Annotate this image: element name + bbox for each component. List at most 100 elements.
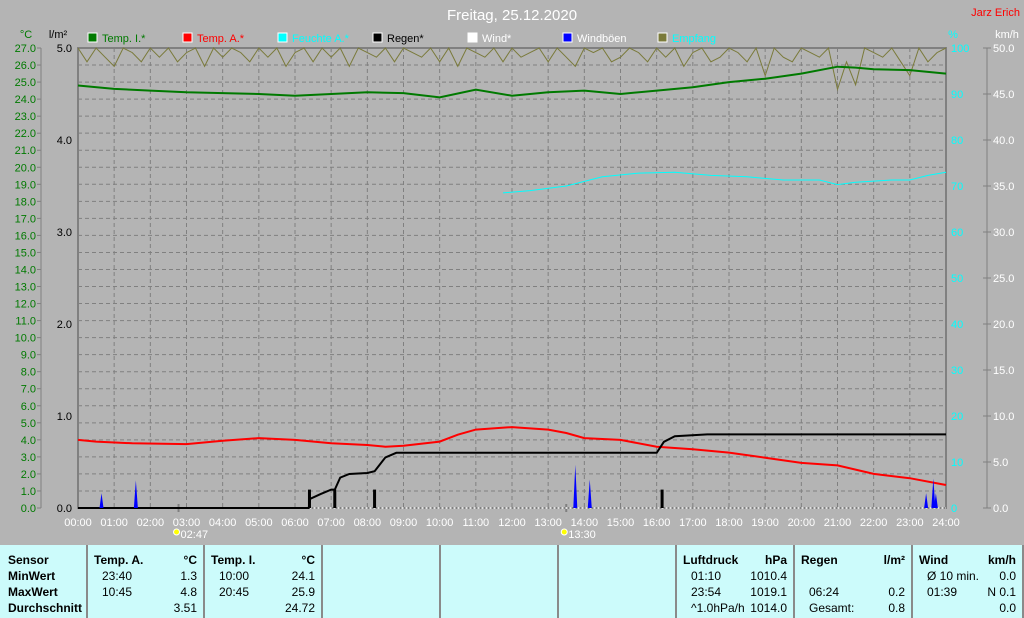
rain-unit: l/m²: [49, 29, 68, 41]
legend-swatch: [87, 32, 98, 43]
rain-tick-label: 0.0: [57, 503, 72, 515]
row-time: 10:00: [219, 569, 250, 583]
hum-unit: %: [948, 29, 958, 41]
rain-event-bar: [660, 489, 664, 508]
legend-swatch: [277, 32, 288, 43]
table-column: Regen l/m² 06:24 0.2 Gesamt: 0.8: [795, 545, 913, 618]
x-tick-label: 15:00: [607, 517, 635, 529]
temp-tick-label: 18.0: [15, 196, 36, 208]
rain-event-bar: [373, 489, 377, 508]
hum-tick-label: 100: [951, 43, 969, 55]
temp-tick-label: 19.0: [15, 179, 36, 191]
rain-event-bar: [333, 489, 337, 508]
wind-tick-label: 40.0: [993, 135, 1014, 147]
humidity-line: [502, 171, 947, 194]
temp-tick-label: 7.0: [21, 384, 36, 396]
row-value: 24.72: [284, 601, 315, 615]
x-tick-label: 08:00: [354, 517, 382, 529]
temp-tick-label: 11.0: [15, 316, 36, 328]
empty-column: [441, 545, 559, 618]
hum-tick-label: 0: [951, 503, 957, 515]
wind-tick-label: 5.0: [993, 457, 1008, 469]
temp-tick-label: 8.0: [21, 367, 36, 379]
row-value: 4.8: [180, 585, 197, 599]
legend-label: Windböen: [577, 33, 627, 45]
temp-tick-label: 3.0: [21, 452, 36, 464]
x-tick-label: 13:00: [534, 517, 562, 529]
x-tick-label: 01:00: [100, 517, 128, 529]
hum-tick-label: 20: [951, 411, 963, 423]
wind-tick-label: 25.0: [993, 273, 1014, 285]
x-tick-label: 17:00: [679, 517, 707, 529]
x-tick-label: 24:00: [932, 517, 960, 529]
temp-tick-label: 13.0: [15, 282, 36, 294]
row-value: N 0.1: [987, 585, 1016, 599]
temp-tick-label: 17.0: [15, 213, 36, 225]
legend-swatch: [372, 32, 383, 43]
row-value: 25.9: [291, 585, 315, 599]
row-time: 20:45: [219, 585, 250, 599]
column-header: Regen: [801, 553, 838, 567]
marker-label: 13:30: [568, 529, 596, 541]
column-header: Wind: [919, 553, 949, 567]
rain-tick-label: 3.0: [57, 227, 72, 239]
summary-table: Sensor MinWert MaxWert Durchschnitt Temp. A.…: [0, 545, 1024, 618]
row-value: 3.51: [173, 601, 197, 615]
rain-event-bar: [307, 489, 311, 508]
marker-label: 02:47: [181, 529, 209, 541]
wind-gust-spike: [133, 480, 138, 508]
wind-tick-label: 30.0: [993, 227, 1014, 239]
column-header: Temp. A.: [94, 553, 144, 567]
moonrise-icon: [173, 528, 181, 536]
legend-swatch: [657, 32, 668, 43]
row-label: MinWert: [8, 569, 56, 583]
hum-tick-label: 80: [951, 135, 963, 147]
temp-tick-label: 20.0: [15, 162, 36, 174]
legend-swatch: [467, 32, 478, 43]
table-column: Temp. I. °C 10:00 24.1 20:45 25.9 24.72: [205, 545, 323, 618]
rain-tick-label: 2.0: [57, 319, 72, 331]
empty-column: [323, 545, 441, 618]
table-column: Wind km/h Ø 10 min. 0.0 01:39 N 0.1 0.0: [913, 545, 1024, 618]
temp-tick-label: 14.0: [15, 264, 36, 276]
x-tick-label: 09:00: [390, 517, 418, 529]
x-tick-label: 04:00: [209, 517, 237, 529]
row-value: 0.0: [999, 601, 1016, 615]
temp-tick-label: 6.0: [21, 401, 36, 413]
temp-tick-label: 1.0: [21, 486, 36, 498]
row-time: 01:39: [927, 585, 958, 599]
rain-tick-label: 1.0: [57, 411, 72, 423]
row-time: Gesamt:: [809, 601, 855, 615]
temp-tick-label: 5.0: [21, 418, 36, 430]
x-tick-label: 12:00: [498, 517, 526, 529]
column-unit: °C: [183, 553, 197, 567]
temp-tick-label: 2.0: [21, 469, 36, 481]
wind-tick-label: 0.0: [993, 503, 1008, 515]
x-tick-label: 20:00: [788, 517, 816, 529]
wind-gust-spike: [573, 464, 578, 508]
table-column: Sensor MinWert MaxWert Durchschnitt: [0, 545, 88, 618]
legend-label: Wind*: [482, 33, 512, 45]
temp-tick-label: 21.0: [15, 145, 36, 157]
row-label: Durchschnitt: [8, 601, 83, 615]
legend-label: Temp. A.*: [197, 33, 245, 45]
column-header: Sensor: [8, 553, 49, 567]
wind-tick-label: 15.0: [993, 365, 1014, 377]
x-tick-label: 02:00: [137, 517, 165, 529]
temp-tick-label: 16.0: [15, 230, 36, 242]
column-unit: hPa: [764, 553, 787, 567]
temp-tick-label: 12.0: [15, 299, 36, 311]
x-tick-label: 21:00: [824, 517, 852, 529]
wind-tick-label: 20.0: [993, 319, 1014, 331]
legend-label: Feuchte A.*: [292, 33, 350, 45]
row-value: 0.8: [888, 601, 905, 615]
column-header: Luftdruck: [683, 553, 739, 567]
wind-tick-label: 50.0: [993, 43, 1014, 55]
wind-gust-spike: [924, 493, 929, 508]
x-tick-label: 11:00: [462, 517, 489, 529]
temp-tick-label: 4.0: [21, 435, 36, 447]
moonset-icon: [560, 528, 568, 536]
temp-tick-label: 9.0: [21, 350, 36, 362]
legend-label: Temp. I.*: [102, 33, 146, 45]
hum-tick-label: 40: [951, 319, 963, 331]
